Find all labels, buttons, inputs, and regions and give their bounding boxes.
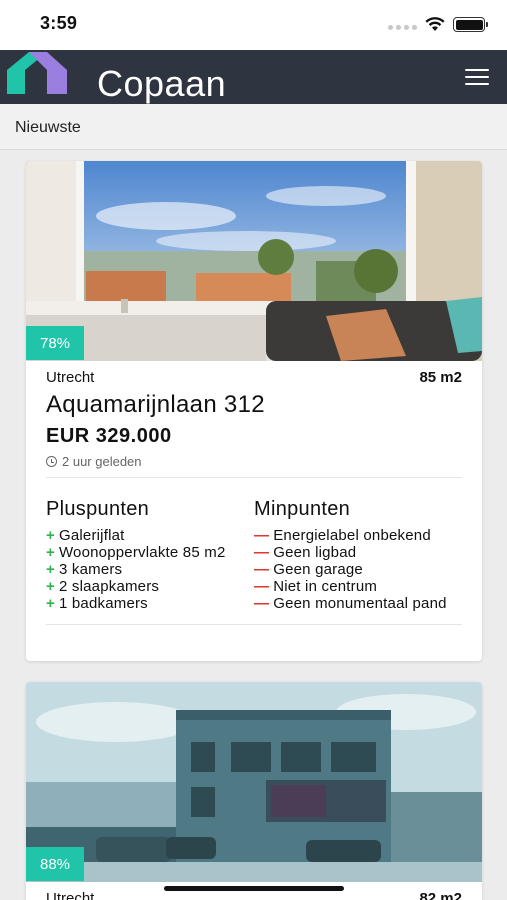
con-item: — Energielabel onbekend: [254, 527, 431, 544]
minus-icon: —: [254, 561, 270, 578]
plus-icon: +: [46, 578, 55, 595]
listing-card[interactable]: 78% Utrecht 85 m2 Aquamarijnlaan 312 EUR…: [26, 161, 482, 661]
listing-posted: 2 uur geleden: [46, 454, 462, 469]
score-badge: 78%: [26, 326, 84, 360]
listing-details: Utrecht 82 m2: [46, 890, 462, 900]
listing-city: Utrecht: [46, 890, 95, 900]
listing-photo: [26, 161, 482, 361]
con-item: — Geen garage: [254, 561, 363, 578]
listing-city: Utrecht: [46, 369, 95, 386]
sort-label[interactable]: Nieuwste: [15, 119, 81, 137]
app-header: Copaan: [0, 50, 507, 104]
sort-bar: Nieuwste: [0, 104, 507, 150]
divider: [46, 624, 462, 625]
con-item: — Niet in centrum: [254, 578, 378, 595]
divider: [46, 477, 462, 478]
plus-icon: +: [46, 561, 55, 578]
house-logo-icon: [7, 52, 67, 94]
status-bar: 3:59: [0, 0, 507, 50]
listing-area: 82 m2: [419, 890, 462, 900]
status-icons: [388, 17, 488, 32]
plus-icon: +: [46, 527, 55, 544]
con-item: — Geen ligbad: [254, 544, 357, 561]
pros-cons: Pluspunten + Galerijflat + Woonoppervlakte…: [46, 498, 462, 612]
clock-icon: [46, 456, 57, 467]
listing-area: 85 m2: [419, 369, 462, 386]
pro-item: +2 slaapkamers: [46, 578, 160, 595]
status-time: 3:59: [40, 13, 78, 33]
plus-icon: +: [46, 544, 55, 561]
pro-item: +1 badkamers: [46, 595, 148, 612]
app-title: Copaan: [97, 63, 227, 104]
listing-details: Utrecht 85 m2 Aquamarijnlaan 312 EUR 329…: [46, 369, 462, 625]
menu-icon[interactable]: [465, 69, 489, 85]
minus-icon: —: [254, 544, 270, 561]
listing-card[interactable]: 88% Utrecht 82 m2: [26, 682, 482, 900]
minus-icon: —: [254, 578, 270, 595]
pro-item: +3 kamers: [46, 561, 123, 578]
plus-icon: +: [46, 595, 55, 612]
pro-item: + Woonoppervlakte 85 m2: [46, 544, 226, 561]
posted-time: 2 uur geleden: [62, 454, 142, 469]
listing-address: Aquamarijnlaan 312: [46, 391, 265, 418]
minus-icon: —: [254, 595, 270, 612]
score-badge: 88%: [26, 847, 84, 881]
cons-column: Minpunten — Energielabel onbekend — Geen l…: [254, 498, 462, 612]
listing-price: EUR 329.000: [46, 425, 172, 447]
con-item: — Geen monumentaal pand: [254, 595, 447, 612]
listing-photo: [26, 682, 482, 882]
wifi-icon: [425, 17, 445, 31]
minus-icon: —: [254, 527, 270, 544]
home-indicator[interactable]: [164, 886, 344, 891]
battery-icon: [453, 17, 488, 32]
pros-title: Pluspunten: [46, 498, 150, 520]
pros-column: Pluspunten + Galerijflat + Woonoppervlakte…: [46, 498, 254, 612]
signal-icon: [388, 20, 417, 30]
cons-title: Minpunten: [254, 498, 351, 520]
pro-item: + Galerijflat: [46, 527, 125, 544]
